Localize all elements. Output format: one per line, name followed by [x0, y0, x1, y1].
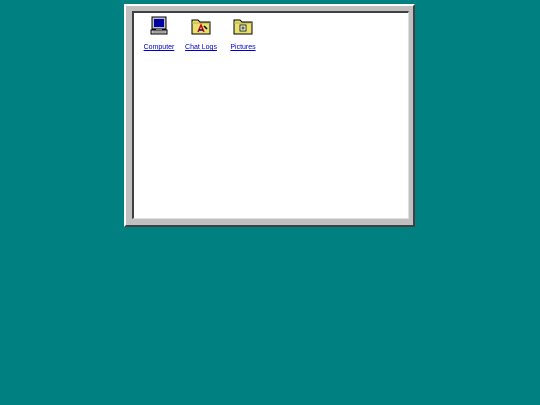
icon-grid: Computer Chat Logs Pictures [138, 15, 264, 52]
pictures-label: Pictures [230, 44, 256, 51]
explorer-window: Computer Chat Logs Pictures [124, 4, 415, 227]
folder-pane: Computer Chat Logs Pictures [132, 11, 409, 219]
desktop-item-pictures[interactable]: Pictures [222, 15, 264, 52]
chat-logs-folder-icon [191, 19, 211, 35]
chat-logs-label: Chat Logs [185, 44, 217, 51]
computer-label: Computer [143, 44, 175, 51]
desktop-item-computer[interactable]: Computer [138, 15, 180, 52]
desktop-item-chat-logs[interactable]: Chat Logs [180, 15, 222, 52]
pictures-folder-icon [233, 19, 253, 35]
desktop: Computer Chat Logs Pictures [0, 0, 540, 405]
computer-icon [150, 16, 168, 35]
